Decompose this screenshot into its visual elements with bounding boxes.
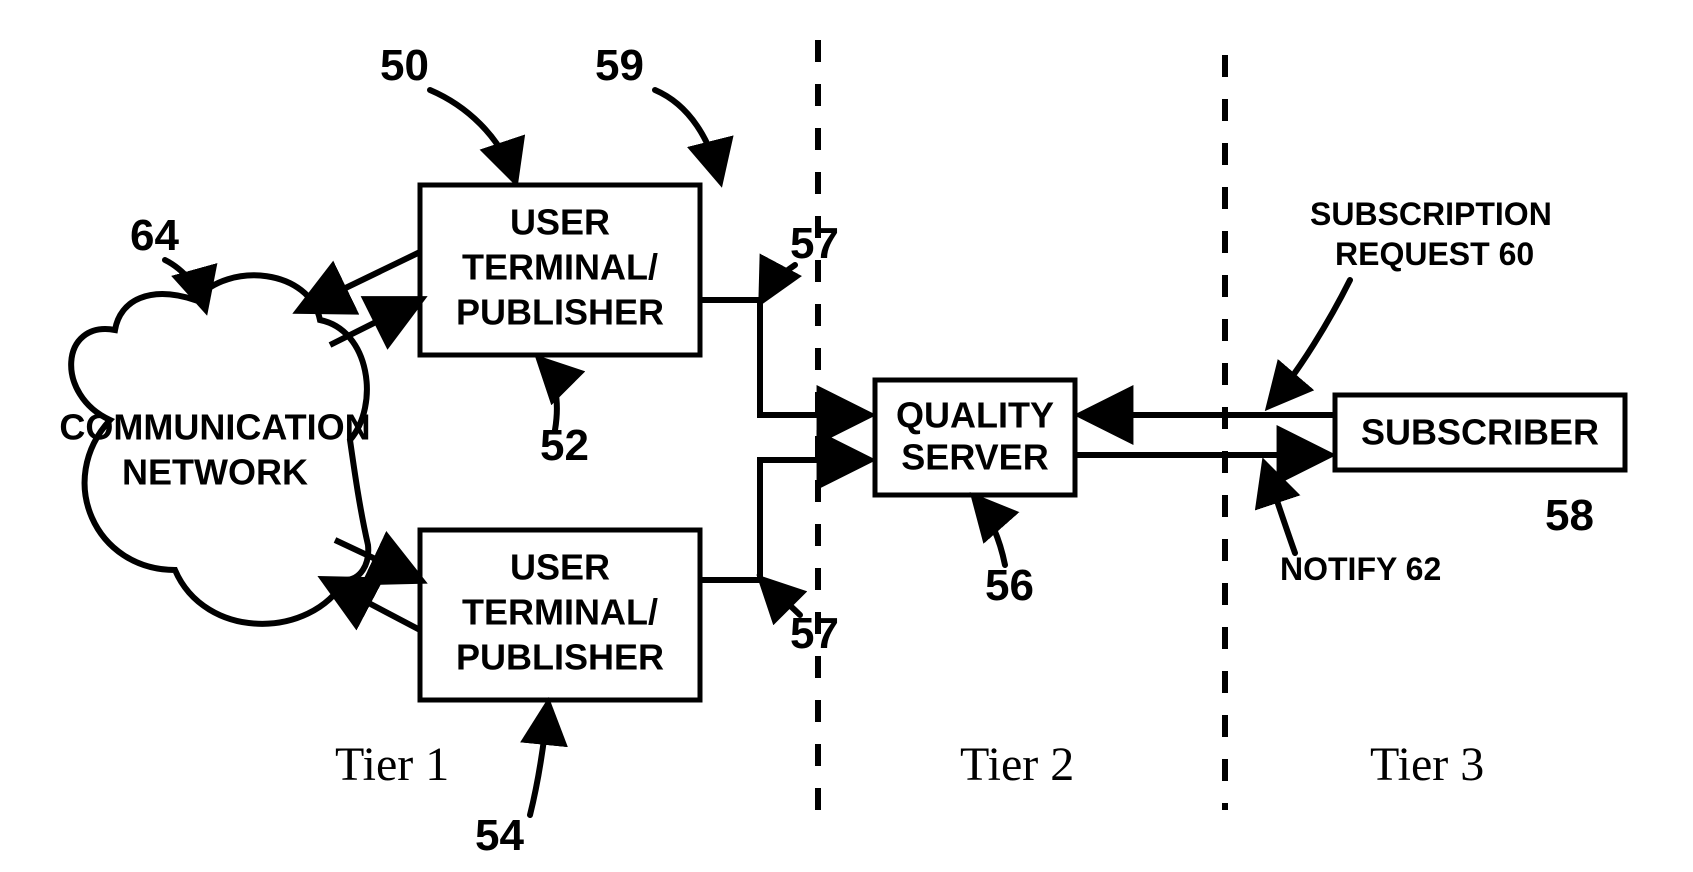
ref-57b: 57: [790, 609, 839, 658]
ptr-64: [165, 260, 205, 308]
quality-l1: QUALITY: [896, 395, 1054, 436]
arrow-net-to-termB: [335, 540, 420, 580]
ptr-52: [540, 360, 557, 430]
ref-54: 54: [475, 811, 524, 860]
network-cloud: [71, 275, 368, 624]
ref-50: 50: [380, 41, 429, 90]
ref-56: 56: [985, 561, 1034, 610]
tier-1-label: Tier 1: [335, 738, 449, 791]
label-subscription-1: SUBSCRIPTION: [1310, 196, 1552, 232]
arrow-termB-to-quality: [700, 460, 868, 580]
terminal-a-l3: PUBLISHER: [456, 292, 664, 333]
terminal-a-l1: USER: [510, 202, 610, 243]
ptr-54: [530, 705, 548, 815]
ref-52: 52: [540, 421, 589, 470]
terminal-b-l2: TERMINAL/: [462, 592, 658, 633]
ptr-subscription: [1270, 280, 1350, 405]
diagram-root: COMMUNICATION NETWORK USER TERMINAL/ PUB…: [0, 0, 1693, 872]
arrow-termA-to-quality: [700, 300, 868, 415]
arrow-net-to-termA: [330, 300, 420, 345]
tier-3-label: Tier 3: [1370, 738, 1484, 791]
network-label-2: NETWORK: [122, 452, 308, 493]
quality-l2: SERVER: [901, 437, 1048, 478]
ref-59: 59: [595, 41, 644, 90]
tier-2-label: Tier 2: [960, 738, 1074, 791]
ptr-50: [430, 90, 515, 180]
arrow-termA-to-net: [300, 252, 420, 310]
arrow-termB-to-net: [325, 580, 420, 630]
label-subscription-2: REQUEST 60: [1335, 236, 1534, 272]
ptr-59: [655, 90, 720, 180]
subscriber-l1: SUBSCRIBER: [1361, 412, 1599, 453]
terminal-a-l2: TERMINAL/: [462, 247, 658, 288]
ptr-56: [975, 498, 1005, 565]
terminal-b-l1: USER: [510, 547, 610, 588]
ptr-notify: [1265, 465, 1295, 553]
ref-64: 64: [130, 211, 179, 260]
terminal-b-l3: PUBLISHER: [456, 637, 664, 678]
ref-58: 58: [1545, 491, 1594, 540]
label-notify: NOTIFY 62: [1280, 551, 1441, 587]
ref-57a: 57: [790, 219, 839, 268]
network-label-1: COMMUNICATION: [59, 407, 370, 448]
ptr-57a: [762, 265, 795, 300]
